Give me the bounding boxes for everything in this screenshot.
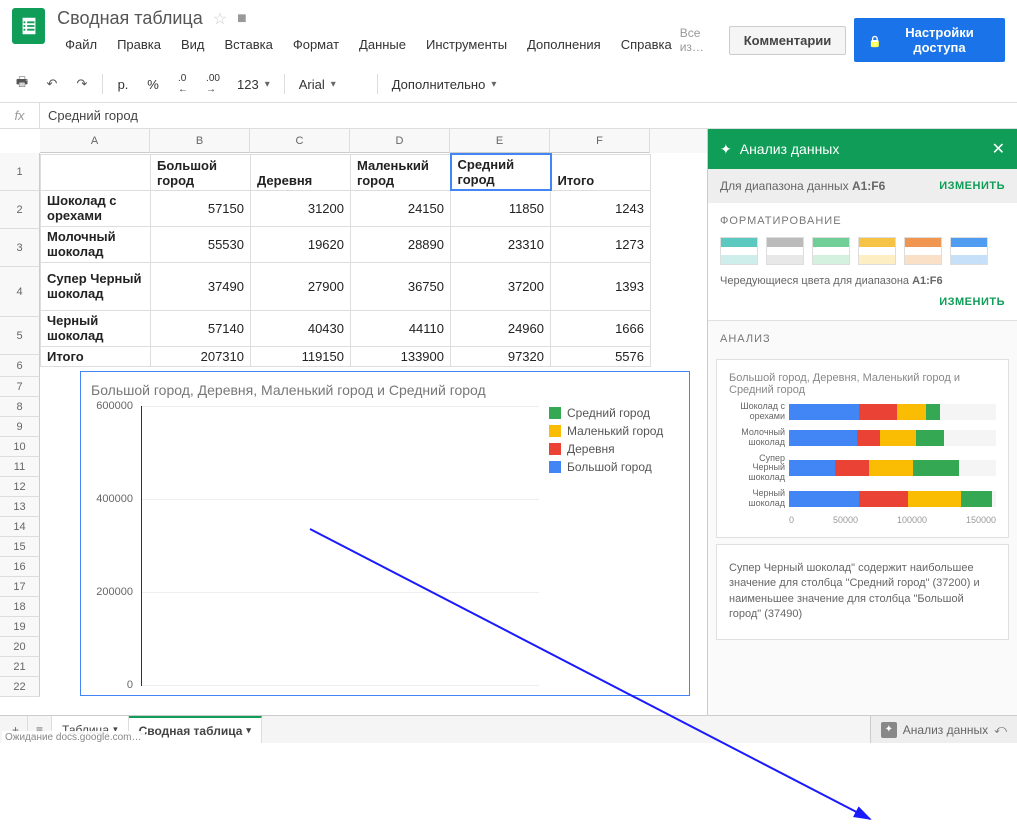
explore-panel: ✦ Анализ данных ✕ Для диапазона данных A… — [707, 129, 1017, 722]
share-button[interactable]: Настройки доступа — [854, 18, 1005, 62]
menu-Формат[interactable]: Формат — [285, 33, 347, 56]
spreadsheet[interactable]: ABCDEF 123456789101112131415161718192021… — [0, 129, 707, 722]
menu-Дополнения[interactable]: Дополнения — [519, 33, 609, 56]
more-dropdown[interactable]: Дополнительно — [384, 73, 505, 96]
number-format-dropdown[interactable]: 123 — [229, 73, 278, 96]
chart-legend: Средний городМаленький городДеревняБольш… — [539, 406, 679, 686]
menu-Справка[interactable]: Справка — [613, 33, 680, 56]
changes-text[interactable]: Все из… — [680, 26, 721, 54]
analysis-title: АНАЛИЗ — [720, 333, 1005, 345]
explore-header: ✦ Анализ данных ✕ — [708, 129, 1017, 169]
menu-Вид[interactable]: Вид — [173, 33, 213, 56]
embedded-chart[interactable]: Большой город, Деревня, Маленький город … — [80, 371, 690, 696]
explore-launch-button[interactable]: ✦ Анализ данных ⤺ — [870, 715, 1017, 743]
app-header: Сводная таблица ☆ ■ ФайлПравкаВидВставка… — [0, 0, 1017, 62]
redo-icon[interactable]: ↷ — [68, 70, 96, 98]
folder-icon[interactable]: ■ — [237, 10, 247, 28]
doc-title[interactable]: Сводная таблица — [57, 8, 203, 29]
swatch-5[interactable] — [904, 237, 942, 265]
swatch-1[interactable] — [720, 237, 758, 265]
toolbar: 🖶 ↶ ↷ р. % .0← .00→ 123 Arial Дополнител… — [0, 66, 1017, 103]
col-header[interactable]: C — [250, 129, 350, 153]
swatch-4[interactable] — [858, 237, 896, 265]
edit-range-button[interactable]: ИЗМЕНИТЬ — [939, 180, 1005, 192]
increase-decimal-button[interactable]: .00→ — [199, 70, 227, 98]
comments-button[interactable]: Комментарии — [729, 26, 847, 55]
formula-input[interactable] — [40, 108, 1017, 123]
swatch-2[interactable] — [766, 237, 804, 265]
chart-title: Большой город, Деревня, Маленький город … — [91, 382, 679, 398]
percent-button[interactable]: % — [139, 70, 167, 98]
alt-colors-text: Чередующиеся цвета для диапазона A1:F6 — [720, 275, 1005, 287]
pivot-table[interactable]: Большой городДеревняМаленький городСредн… — [40, 153, 651, 367]
col-header[interactable]: B — [150, 129, 250, 153]
tab-pivot[interactable]: Сводная таблица▾ — [129, 716, 262, 743]
swatch-6[interactable] — [950, 237, 988, 265]
col-header[interactable]: E — [450, 129, 550, 153]
undo-icon[interactable]: ↶ — [38, 70, 66, 98]
edit-format-button[interactable]: ИЗМЕНИТЬ — [939, 296, 1005, 308]
col-header[interactable]: F — [550, 129, 650, 153]
close-icon[interactable]: ✕ — [992, 139, 1005, 159]
insight-text: Супер Черный шоколад" содержит наибольше… — [729, 557, 996, 627]
currency-button[interactable]: р. — [109, 70, 137, 98]
col-header[interactable]: A — [40, 129, 150, 153]
sheets-logo[interactable] — [12, 8, 45, 44]
formula-bar: fx — [0, 103, 1017, 129]
menu-Вставка[interactable]: Вставка — [217, 33, 281, 56]
analysis-chart-title: Большой город, Деревня, Маленький город … — [729, 372, 996, 396]
fx-icon[interactable]: fx — [0, 103, 40, 128]
swatch-3[interactable] — [812, 237, 850, 265]
explore-title: Анализ данных — [740, 141, 840, 157]
explore-star-icon: ✦ — [881, 722, 897, 738]
lock-icon — [868, 33, 882, 48]
menu-Файл[interactable]: Файл — [57, 33, 105, 56]
sheet-tabs: + ≡ Таблица▾ Сводная таблица▾ — [0, 715, 1017, 743]
explore-star-icon: ✦ — [720, 141, 732, 158]
menu-Данные[interactable]: Данные — [351, 33, 414, 56]
formatting-title: ФОРМАТИРОВАНИЕ — [720, 215, 1005, 227]
menubar: ФайлПравкаВидВставкаФорматДанныеИнструме… — [57, 33, 680, 56]
menu-Правка[interactable]: Правка — [109, 33, 169, 56]
col-header[interactable]: D — [350, 129, 450, 153]
format-swatches — [720, 237, 1005, 265]
status-bar: Ожидание docs.google.com… — [2, 731, 145, 744]
decrease-decimal-button[interactable]: .0← — [169, 70, 197, 98]
star-icon[interactable]: ☆ — [213, 9, 227, 29]
menu-Инструменты[interactable]: Инструменты — [418, 33, 515, 56]
print-icon[interactable]: 🖶 — [8, 70, 36, 98]
font-dropdown[interactable]: Arial — [291, 73, 371, 96]
analysis-chart[interactable]: Шоколад с орехамиМолочный шоколадСупер Ч… — [729, 402, 996, 509]
